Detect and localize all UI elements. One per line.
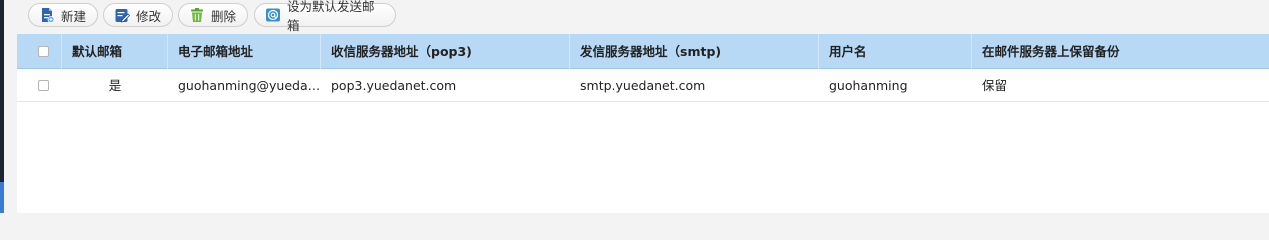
header-smtp-server[interactable]: 发信服务器地址（smtp) [570, 34, 819, 69]
edit-button[interactable]: 修改 [103, 3, 173, 27]
header-select-all-cell [17, 34, 62, 69]
row-checkbox[interactable] [38, 80, 49, 91]
new-button[interactable]: 新建 [28, 3, 98, 27]
delete-button-label: 删除 [211, 8, 237, 24]
cell-default: 是 [108, 78, 122, 93]
header-keep-backup[interactable]: 在邮件服务器上保留备份 [972, 34, 1269, 69]
header-username[interactable]: 用户名 [819, 34, 972, 69]
table-row[interactable]: 是 guohanming@yuedan... pop3.yuedanet.com… [17, 69, 1269, 102]
set-default-sender-label: 设为默认发送邮箱 [287, 0, 375, 33]
cell-keep-backup: 保留 [982, 78, 1008, 93]
trash-icon [189, 7, 205, 23]
delete-button[interactable]: 删除 [178, 3, 248, 27]
set-default-sender-button[interactable]: 设为默认发送邮箱 [254, 0, 396, 33]
email-at-icon [265, 7, 281, 23]
edit-icon [114, 7, 130, 23]
toolbar: 新建 修改 删除 设为默认发送邮箱 [4, 0, 1269, 34]
cell-username: guohanming [829, 78, 908, 93]
table-header: 默认邮箱 电子邮箱地址 收信服务器地址（pop3) 发信服务器地址（smtp) … [17, 34, 1269, 69]
new-document-icon [39, 7, 55, 23]
left-edge-accent [0, 182, 4, 213]
select-all-checkbox[interactable] [38, 46, 49, 57]
cell-pop3: pop3.yuedanet.com [331, 78, 457, 93]
row-select-cell [17, 69, 62, 102]
header-default-mailbox[interactable]: 默认邮箱 [62, 34, 168, 69]
header-pop3-server[interactable]: 收信服务器地址（pop3) [321, 34, 570, 69]
edit-button-label: 修改 [136, 8, 162, 24]
mailbox-table: 默认邮箱 电子邮箱地址 收信服务器地址（pop3) 发信服务器地址（smtp) … [17, 34, 1269, 213]
cell-smtp: smtp.yuedanet.com [580, 78, 706, 93]
new-button-label: 新建 [61, 8, 87, 24]
cell-email: guohanming@yuedan... [178, 78, 321, 93]
header-email-address[interactable]: 电子邮箱地址 [168, 34, 321, 69]
